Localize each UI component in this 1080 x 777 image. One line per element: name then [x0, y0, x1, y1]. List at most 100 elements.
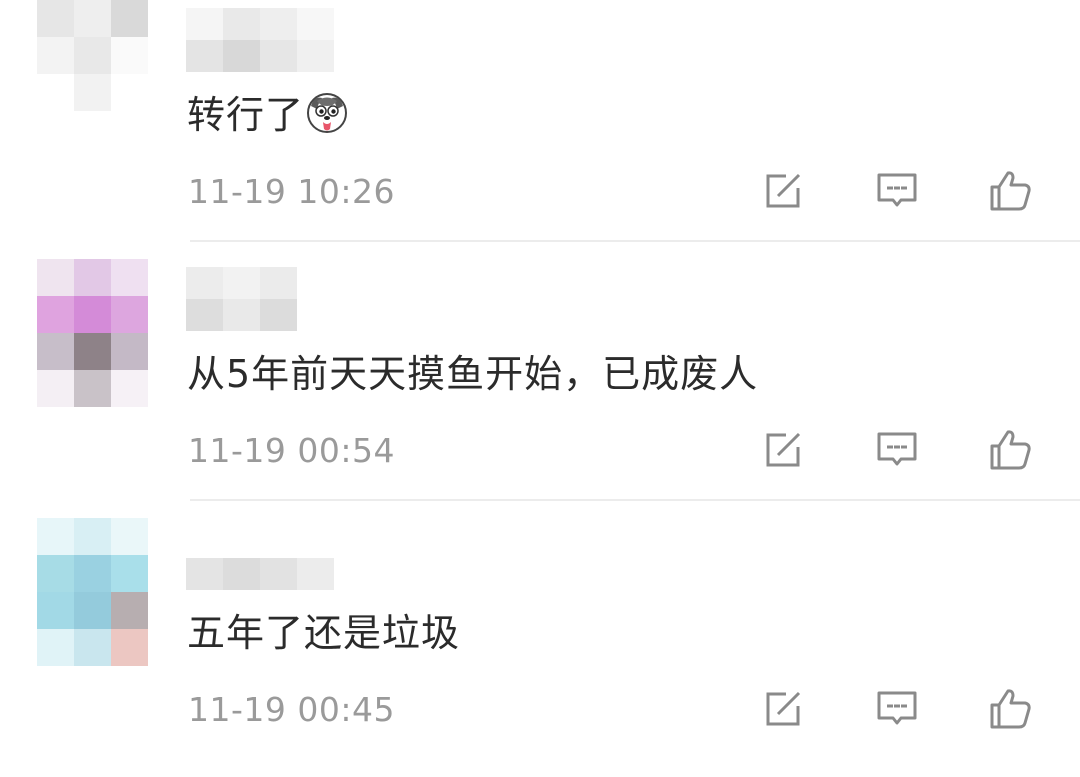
username-pixel [297, 558, 334, 590]
comment-text-content: 五年了还是垃圾 [187, 611, 461, 655]
avatar-pixel [74, 111, 111, 148]
username-pixel [186, 558, 223, 590]
avatar-pixel [37, 37, 74, 74]
avatar-pixel [37, 629, 74, 666]
edit-share-button[interactable] [758, 686, 808, 732]
avatar-pixel [111, 370, 148, 407]
username-pixel [297, 267, 334, 299]
username-pixel [223, 40, 260, 72]
avatar-pixel [111, 37, 148, 74]
comment-timestamp: 11-19 10:26 [188, 172, 395, 211]
husky-emoji-icon [306, 92, 348, 134]
like-button[interactable] [985, 686, 1035, 732]
username-pixel [186, 267, 223, 299]
avatar-pixel [111, 333, 148, 370]
username-pixel [260, 8, 297, 40]
comment-text-content: 转行了 [187, 93, 305, 137]
avatar-pixel [111, 259, 148, 296]
thumbs-up-icon [990, 430, 1031, 470]
username-pixel [297, 40, 334, 72]
comment-text: 转行了 [187, 84, 348, 139]
username-pixelated[interactable] [186, 267, 354, 331]
avatar-pixel [111, 629, 148, 666]
reply-button[interactable] [872, 686, 922, 732]
comment-reply-icon [877, 432, 917, 466]
username-pixel [186, 299, 223, 331]
comment-item: 转行了 11-19 10:26 [0, 0, 1080, 259]
comment-item: 五年了还是垃圾 11-19 00:45 [0, 518, 1080, 777]
edit-share-icon [766, 432, 801, 467]
edit-share-icon [766, 173, 801, 208]
comment-reply-icon [877, 173, 917, 207]
comment-text-content: 从5年前天天摸鱼开始，已成废人 [187, 352, 759, 396]
avatar-pixel [74, 370, 111, 407]
avatar-pixel [111, 0, 148, 37]
username-pixel [223, 267, 260, 299]
comment-timestamp: 11-19 00:54 [188, 431, 395, 470]
edit-share-icon [766, 691, 801, 726]
thumbs-up-icon [990, 689, 1031, 729]
thumbs-up-icon [990, 171, 1031, 211]
avatar-pixel [74, 259, 111, 296]
avatar-pixel [37, 0, 74, 37]
avatar-pixel [37, 555, 74, 592]
avatar-pixel [74, 555, 111, 592]
reply-button[interactable] [872, 168, 922, 214]
username-pixel [260, 299, 297, 331]
username-pixel [260, 267, 297, 299]
avatar-pixel [37, 370, 74, 407]
comment-divider [190, 240, 1080, 242]
avatar-pixel [74, 629, 111, 666]
avatar-pixel [111, 296, 148, 333]
username-pixelated[interactable] [186, 526, 354, 590]
reply-button[interactable] [872, 427, 922, 473]
username-pixel [223, 299, 260, 331]
avatar-pixel [74, 592, 111, 629]
edit-share-button[interactable] [758, 168, 808, 214]
like-button[interactable] [985, 168, 1035, 214]
username-pixel [186, 526, 223, 558]
avatar-pixel [37, 111, 74, 148]
username-pixel [186, 40, 223, 72]
avatar-pixel [37, 333, 74, 370]
avatar[interactable] [37, 0, 148, 148]
avatar-pixel [74, 296, 111, 333]
username-pixel [186, 8, 223, 40]
avatar-pixel [74, 0, 111, 37]
avatar-pixel [111, 555, 148, 592]
comment-list: 转行了 11-19 10:26 从5年前天天摸鱼开始，已成废人 11-19 00… [0, 0, 1080, 760]
avatar-pixel [74, 74, 111, 111]
username-pixelated[interactable] [186, 8, 354, 72]
avatar-pixel [74, 37, 111, 74]
username-pixel [260, 558, 297, 590]
username-pixel [260, 40, 297, 72]
avatar-pixel [74, 518, 111, 555]
username-pixel [223, 8, 260, 40]
username-pixel [223, 558, 260, 590]
username-pixel [297, 8, 334, 40]
edit-share-button[interactable] [758, 427, 808, 473]
comment-timestamp: 11-19 00:45 [188, 690, 395, 729]
comment-divider [190, 499, 1080, 501]
avatar-pixel [37, 592, 74, 629]
username-pixel [297, 526, 334, 558]
avatar-pixel [111, 518, 148, 555]
username-pixel [260, 526, 297, 558]
username-pixel [223, 526, 260, 558]
avatar[interactable] [37, 518, 148, 666]
avatar-pixel [37, 74, 74, 111]
comment-text: 从5年前天天摸鱼开始，已成废人 [187, 343, 758, 398]
comment-reply-icon [877, 691, 917, 725]
avatar-pixel [111, 111, 148, 148]
comment-item: 从5年前天天摸鱼开始，已成废人 11-19 00:54 [0, 259, 1080, 518]
avatar-pixel [37, 518, 74, 555]
avatar-pixel [74, 333, 111, 370]
like-button[interactable] [985, 427, 1035, 473]
avatar-pixel [111, 592, 148, 629]
avatar-pixel [111, 74, 148, 111]
comment-text: 五年了还是垃圾 [187, 602, 460, 657]
avatar-pixel [37, 296, 74, 333]
avatar-pixel [37, 259, 74, 296]
username-pixel [297, 299, 334, 331]
avatar[interactable] [37, 259, 148, 407]
